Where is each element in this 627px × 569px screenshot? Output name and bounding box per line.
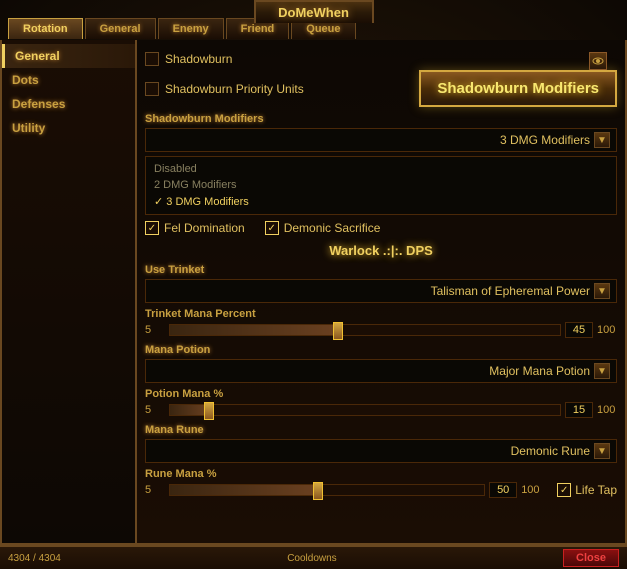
priority-label: Shadowburn Priority Units bbox=[165, 82, 304, 96]
sidebar: General Dots Defenses Utility bbox=[2, 40, 137, 543]
rune-mana-slider-row: 5 50 100 ✓ Life Tap bbox=[145, 482, 617, 498]
bottom-left-area: 4304 / 4304 bbox=[8, 553, 61, 564]
shadowburn-checkbox[interactable] bbox=[145, 52, 159, 66]
use-trinket-header: Use Trinket bbox=[145, 264, 617, 276]
gold-title: Warlock .:|:. DPS bbox=[145, 243, 617, 258]
life-tap-label: Life Tap bbox=[575, 483, 617, 497]
potion-mana-track[interactable] bbox=[169, 404, 561, 416]
rune-mana-min: 5 bbox=[145, 484, 165, 496]
life-tap-group: ✓ Life Tap bbox=[557, 483, 617, 497]
trinket-mana-label: Trinket Mana Percent bbox=[145, 308, 617, 320]
tab-enemy[interactable]: Enemy bbox=[158, 18, 224, 39]
dropdown-arrow-icon[interactable]: ▼ bbox=[594, 132, 610, 148]
rune-mana-thumb[interactable] bbox=[313, 482, 323, 500]
trinket-value: Talisman of Epheremal Power bbox=[152, 284, 590, 298]
rune-mana-fill bbox=[170, 485, 318, 495]
rune-mana-track[interactable] bbox=[169, 484, 485, 496]
shadowburn-priority-row: Shadowburn Priority Units Shadowburn Mod… bbox=[145, 70, 617, 107]
trinket-mana-track[interactable] bbox=[169, 324, 561, 336]
sidebar-item-general[interactable]: General bbox=[2, 44, 135, 68]
content-wrapper: General Dots Defenses Utility Shadowburn bbox=[0, 40, 627, 545]
mana-rune-label: Mana Rune bbox=[145, 424, 617, 436]
dmg-modifiers-value: 3 DMG Modifiers bbox=[152, 133, 590, 147]
shadowburn-modifiers-header: Shadowburn Modifiers bbox=[145, 113, 617, 125]
shadowburn-label: Shadowburn bbox=[165, 52, 232, 66]
mana-potion-value: Major Mana Potion bbox=[152, 364, 590, 378]
mana-rune-value: Demonic Rune bbox=[152, 444, 590, 458]
list-item-2dmg[interactable]: 2 DMG Modifiers bbox=[150, 177, 612, 193]
rune-mana-label: Rune Mana % bbox=[145, 468, 617, 480]
trinket-mana-max: 100 bbox=[597, 324, 617, 336]
title-bar: DoMeWhen bbox=[254, 0, 374, 23]
mana-rune-dropdown[interactable]: Demonic Rune ▼ bbox=[145, 439, 617, 463]
mana-potion-arrow-icon[interactable]: ▼ bbox=[594, 363, 610, 379]
dmg-modifiers-dropdown[interactable]: 3 DMG Modifiers ▼ bbox=[145, 128, 617, 152]
demonic-sacrifice-checkbox[interactable]: ✓ bbox=[265, 221, 279, 235]
trinket-mana-fill bbox=[170, 325, 338, 335]
demonic-sacrifice-label: Demonic Sacrifice bbox=[284, 221, 381, 235]
fel-demonic-row: ✓ Fel Domination ✓ Demonic Sacrifice bbox=[145, 221, 617, 235]
modifiers-listbox: Disabled 2 DMG Modifiers 3 DMG Modifiers bbox=[145, 156, 617, 215]
trinket-mana-thumb[interactable] bbox=[333, 322, 343, 340]
potion-mana-thumb[interactable] bbox=[204, 402, 214, 420]
trinket-mana-value-box: 45 bbox=[565, 322, 593, 338]
shadowburn-row: Shadowburn bbox=[145, 52, 617, 66]
sidebar-item-utility[interactable]: Utility bbox=[2, 116, 135, 140]
life-tap-checkbox[interactable]: ✓ bbox=[557, 483, 571, 497]
potion-mana-label: Potion Mana % bbox=[145, 388, 617, 400]
eye-icon[interactable] bbox=[589, 52, 607, 70]
rune-mana-value-box: 50 bbox=[489, 482, 517, 498]
mana-rune-arrow-icon[interactable]: ▼ bbox=[594, 443, 610, 459]
sidebar-item-dots[interactable]: Dots bbox=[2, 68, 135, 92]
right-panel: Shadowburn Shadowburn Priority Units Sha… bbox=[137, 40, 625, 543]
potion-mana-max: 100 bbox=[597, 404, 617, 416]
rune-mana-max: 100 bbox=[521, 484, 541, 496]
demonic-sacrifice-group: ✓ Demonic Sacrifice bbox=[265, 221, 381, 235]
trinket-arrow-icon[interactable]: ▼ bbox=[594, 283, 610, 299]
window-title: DoMeWhen bbox=[278, 5, 349, 20]
close-button[interactable]: Close bbox=[563, 549, 619, 567]
mana-potion-dropdown[interactable]: Major Mana Potion ▼ bbox=[145, 359, 617, 383]
potion-mana-slider-row: 5 15 100 bbox=[145, 402, 617, 418]
hp-text: 4304 / 4304 bbox=[8, 553, 61, 564]
potion-mana-value-box: 15 bbox=[565, 402, 593, 418]
list-item-3dmg[interactable]: 3 DMG Modifiers bbox=[150, 193, 612, 210]
trinket-dropdown[interactable]: Talisman of Epheremal Power ▼ bbox=[145, 279, 617, 303]
eye-icon-area bbox=[589, 52, 607, 70]
trinket-mana-min: 5 bbox=[145, 324, 165, 336]
fel-domination-label: Fel Domination bbox=[164, 221, 245, 235]
fel-domination-group: ✓ Fel Domination bbox=[145, 221, 245, 235]
shadowburn-modifiers-button[interactable]: Shadowburn Modifiers bbox=[419, 70, 617, 107]
main-window: DoMeWhen Rotation General Enemy Friend Q… bbox=[0, 0, 627, 569]
trinket-mana-slider-row: 5 45 100 bbox=[145, 322, 617, 338]
tab-general[interactable]: General bbox=[85, 18, 156, 39]
cooldowns-label: Cooldowns bbox=[287, 553, 336, 564]
sidebar-item-defenses[interactable]: Defenses bbox=[2, 92, 135, 116]
potion-mana-min: 5 bbox=[145, 404, 165, 416]
fel-domination-checkbox[interactable]: ✓ bbox=[145, 221, 159, 235]
tab-rotation[interactable]: Rotation bbox=[8, 18, 83, 39]
mana-potion-label: Mana Potion bbox=[145, 344, 617, 356]
bottom-bar: 4304 / 4304 Cooldowns Close bbox=[0, 545, 627, 569]
priority-checkbox[interactable] bbox=[145, 82, 159, 96]
list-item-disabled[interactable]: Disabled bbox=[150, 161, 612, 177]
priority-check-group: Shadowburn Priority Units bbox=[145, 82, 304, 96]
